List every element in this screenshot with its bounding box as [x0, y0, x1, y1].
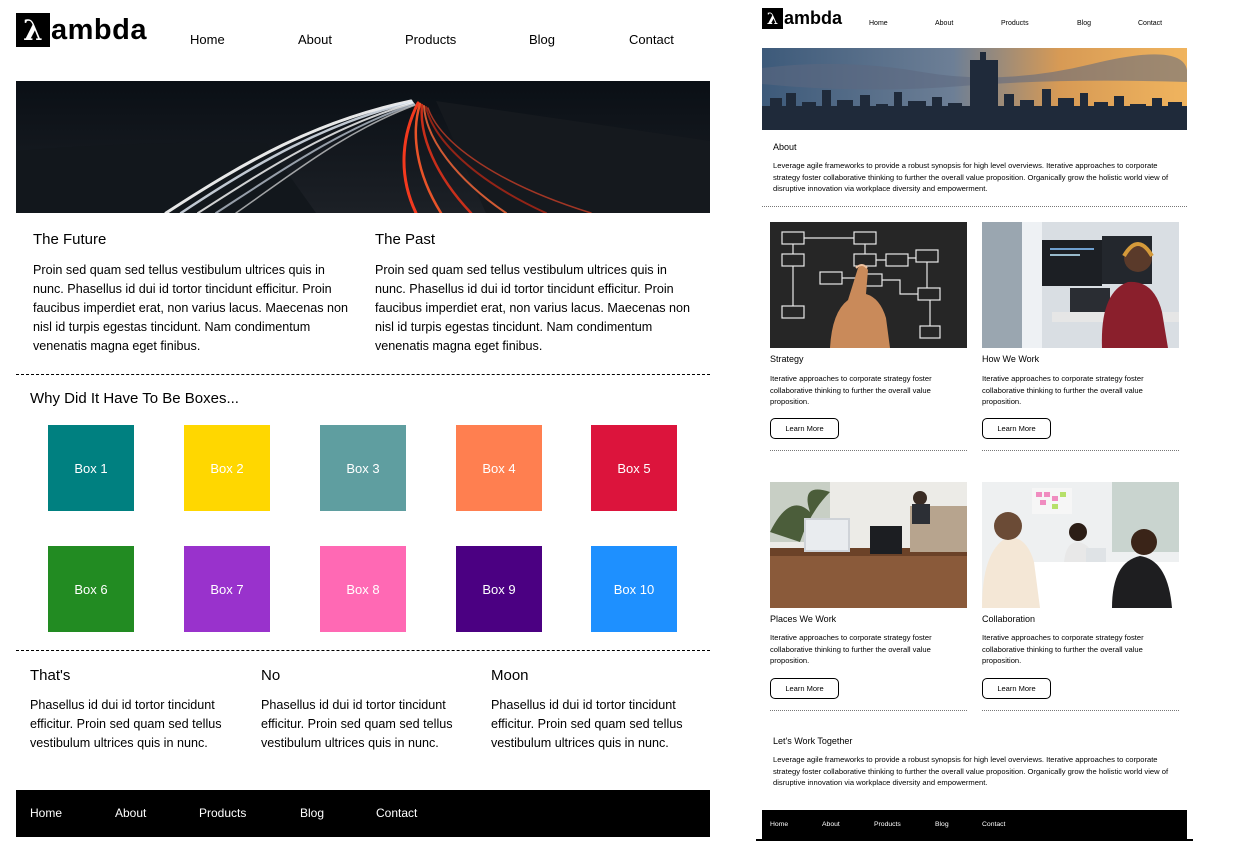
logo[interactable]: λ ambda	[762, 7, 842, 29]
strategy-learn-more-button[interactable]: Learn More	[770, 418, 839, 439]
box: Box 8	[320, 546, 406, 632]
box-label: Box 10	[613, 581, 655, 597]
card-divider	[770, 710, 967, 711]
strategy-text: Iterative approaches to corporate strate…	[770, 374, 932, 407]
thats-title: That's	[30, 667, 71, 684]
section-divider	[16, 374, 710, 375]
no-text: Phasellus id dui id tortor tincidunt eff…	[261, 698, 453, 750]
future-text: Proin sed quam sed tellus vestibulum ult…	[33, 263, 349, 353]
box: Box 9	[456, 546, 542, 632]
box-label: Box 8	[346, 581, 380, 597]
nav-products[interactable]: Products	[1001, 20, 1029, 27]
collaboration-title: Collaboration	[982, 614, 1036, 624]
strategy-image	[770, 222, 967, 348]
card-divider	[982, 450, 1179, 451]
section-divider	[762, 206, 1187, 207]
places-we-work-image	[770, 482, 967, 608]
hero-image-city-skyline	[762, 48, 1187, 130]
logo-text: ambda	[51, 13, 147, 46]
box-label: Box 1	[74, 460, 108, 476]
collaboration-learn-more-button[interactable]: Learn More	[982, 678, 1051, 699]
box: Box 2	[184, 425, 270, 511]
how-we-work-text: Iterative approaches to corporate strate…	[982, 374, 1144, 407]
footer-nav-about[interactable]: About	[115, 806, 146, 820]
card-divider	[770, 450, 967, 451]
box: Box 4	[456, 425, 542, 511]
lambda-logo-icon: λ	[16, 13, 50, 47]
box-label: Box 4	[482, 460, 516, 476]
nav-home[interactable]: Home	[190, 32, 225, 47]
box-label: Box 5	[617, 460, 651, 476]
places-we-work-learn-more-button[interactable]: Learn More	[770, 678, 839, 699]
how-we-work-title: How We Work	[982, 354, 1040, 364]
footer-nav-products[interactable]: Products	[199, 806, 246, 820]
box: Box 6	[48, 546, 134, 632]
strategy-title: Strategy	[770, 354, 804, 364]
places-we-work-text: Iterative approaches to corporate strate…	[770, 633, 932, 666]
box: Box 7	[184, 546, 270, 632]
nav-products[interactable]: Products	[405, 32, 456, 47]
footer-nav-home[interactable]: Home	[770, 821, 788, 828]
left-page-mockup: λ ambda Home About Products Blog Contact	[0, 0, 720, 846]
nav-about[interactable]: About	[298, 32, 332, 47]
about-title: About	[773, 142, 797, 152]
section-divider	[16, 650, 710, 651]
footer-nav-about[interactable]: About	[822, 821, 840, 828]
nav-blog[interactable]: Blog	[1077, 20, 1091, 27]
box: Box 1	[48, 425, 134, 511]
footer-nav-products[interactable]: Products	[874, 821, 901, 828]
together-title: Let's Work Together	[773, 736, 853, 746]
past-title: The Past	[375, 231, 436, 248]
future-title: The Future	[33, 231, 107, 248]
together-text: Leverage agile frameworks to provide a r…	[773, 755, 1169, 788]
right-page-mockup: λ ambda Home About Products Blog Contact	[756, 0, 1247, 846]
thats-text: Phasellus id dui id tortor tincidunt eff…	[30, 698, 222, 750]
moon-title: Moon	[491, 667, 529, 684]
hero-image-light-trails	[16, 81, 710, 213]
no-title: No	[261, 667, 281, 684]
footer-nav: Home About Products Blog Contact	[16, 790, 710, 837]
about-text: Leverage agile frameworks to provide a r…	[773, 161, 1169, 194]
footer-nav-contact[interactable]: Contact	[982, 821, 1005, 828]
nav-contact[interactable]: Contact	[1138, 20, 1162, 27]
box: Box 3	[320, 425, 406, 511]
box: Box 10	[591, 546, 677, 632]
past-text: Proin sed quam sed tellus vestibulum ult…	[375, 263, 691, 353]
box-label: Box 7	[210, 581, 244, 597]
nav-about[interactable]: About	[935, 20, 953, 27]
collaboration-image	[982, 482, 1179, 608]
footer-nav-blog[interactable]: Blog	[935, 821, 949, 828]
footer-nav-contact[interactable]: Contact	[376, 806, 417, 820]
logo[interactable]: λ ambda	[16, 12, 147, 48]
footer-nav: Home About Products Blog Contact	[762, 810, 1187, 839]
places-we-work-title: Places We Work	[770, 614, 837, 624]
footer-underline	[756, 839, 1193, 841]
nav-blog[interactable]: Blog	[529, 32, 555, 47]
nav-contact[interactable]: Contact	[629, 32, 674, 47]
logo-text: ambda	[784, 7, 843, 28]
box-label: Box 6	[74, 581, 108, 597]
box-label: Box 2	[210, 460, 244, 476]
collaboration-text: Iterative approaches to corporate strate…	[982, 633, 1144, 666]
box-label: Box 3	[346, 460, 380, 476]
lambda-logo-icon: λ	[762, 7, 783, 29]
box: Box 5	[591, 425, 677, 511]
moon-text: Phasellus id dui id tortor tincidunt eff…	[491, 698, 683, 750]
footer-nav-home[interactable]: Home	[30, 806, 62, 820]
boxes-heading: Why Did It Have To Be Boxes...	[30, 390, 239, 407]
nav-home[interactable]: Home	[869, 20, 888, 27]
card-divider	[982, 710, 1179, 711]
footer-nav-blog[interactable]: Blog	[300, 806, 324, 820]
how-we-work-learn-more-button[interactable]: Learn More	[982, 418, 1051, 439]
how-we-work-image	[982, 222, 1179, 348]
box-label: Box 9	[482, 581, 516, 597]
